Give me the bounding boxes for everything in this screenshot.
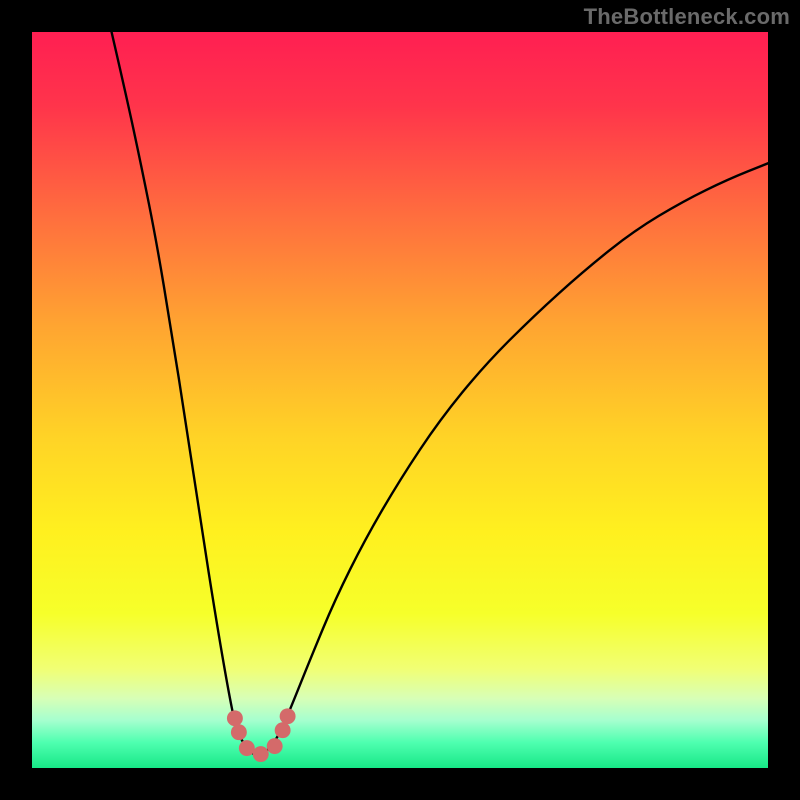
chart-svg [32,32,768,768]
curve-marker [280,708,296,724]
gradient-background [32,32,768,768]
curve-marker [239,740,255,756]
plot-area [30,30,770,770]
watermark-text: TheBottleneck.com [584,4,790,30]
curve-marker [227,710,243,726]
chart-stage: TheBottleneck.com [0,0,800,800]
curve-marker [231,724,247,740]
curve-marker [267,738,283,754]
curve-marker [253,746,269,762]
curve-marker [275,722,291,738]
